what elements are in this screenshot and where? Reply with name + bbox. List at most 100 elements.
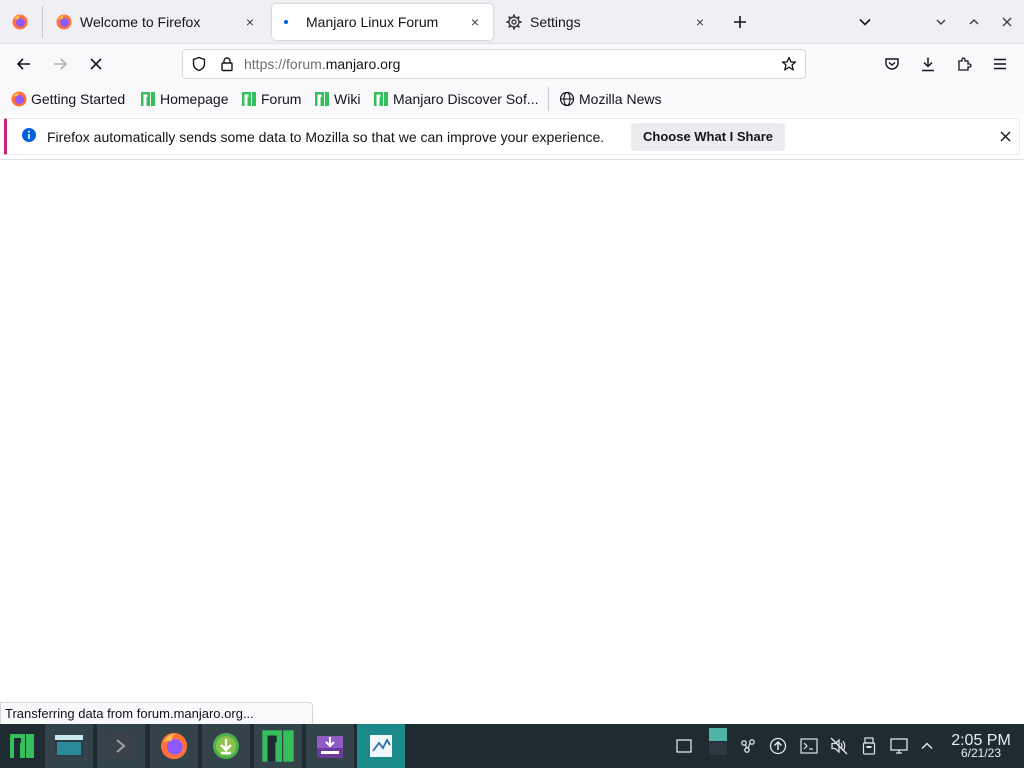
chevron-up-icon bbox=[969, 19, 979, 25]
url-text[interactable]: https://forum.manjaro.org bbox=[244, 56, 400, 72]
firefox-view-button[interactable] bbox=[8, 10, 32, 34]
tab-strip: Welcome to Firefox × Manjaro Linux Forum… bbox=[0, 0, 1024, 44]
app-menu-button[interactable] bbox=[988, 52, 1012, 76]
new-tab-button[interactable] bbox=[728, 10, 752, 34]
manjaro-icon bbox=[242, 92, 256, 106]
terminal-icon bbox=[108, 734, 134, 758]
pocket-button[interactable] bbox=[880, 52, 904, 76]
notification-message: Firefox automatically sends some data to… bbox=[47, 129, 605, 145]
close-tab-button[interactable]: × bbox=[692, 14, 708, 30]
shield-icon[interactable] bbox=[191, 56, 207, 72]
download-icon bbox=[922, 57, 934, 72]
bookmark-label: Wiki bbox=[334, 91, 361, 107]
close-icon bbox=[90, 58, 102, 70]
connect-icon bbox=[741, 739, 755, 753]
taskbar-document-viewer[interactable] bbox=[357, 724, 405, 768]
chevron-down-icon bbox=[859, 18, 871, 26]
tab-manjaro-forum[interactable]: Manjaro Linux Forum × bbox=[272, 4, 493, 40]
bookmark-homepage[interactable]: Homepage bbox=[140, 89, 229, 109]
tray-volume[interactable] bbox=[829, 736, 849, 756]
extensions-button[interactable] bbox=[952, 52, 976, 76]
manjaro-logo-icon bbox=[262, 730, 294, 762]
arrow-left-icon bbox=[16, 58, 30, 70]
downloads-button[interactable] bbox=[916, 52, 940, 76]
taskbar bbox=[0, 724, 1024, 768]
document-icon bbox=[370, 735, 392, 757]
tray-virtual-desktops[interactable] bbox=[708, 728, 728, 755]
tray-network[interactable] bbox=[889, 736, 909, 756]
close-tab-button[interactable]: × bbox=[467, 14, 483, 30]
puzzle-icon bbox=[958, 57, 972, 71]
status-panel: Transferring data from forum.manjaro.org… bbox=[0, 702, 313, 724]
firefox-icon bbox=[11, 91, 27, 107]
application-launcher-button[interactable] bbox=[0, 724, 44, 768]
tab-welcome[interactable]: Welcome to Firefox × bbox=[46, 0, 268, 44]
window-close-button[interactable] bbox=[995, 10, 1019, 34]
taskbar-installer[interactable] bbox=[306, 724, 354, 768]
stop-loading-button[interactable] bbox=[84, 52, 108, 76]
window-minimize-button[interactable] bbox=[929, 10, 953, 34]
star-icon[interactable] bbox=[781, 56, 797, 72]
data-reporting-notification: Firefox automatically sends some data to… bbox=[4, 118, 1020, 155]
manjaro-icon bbox=[141, 92, 155, 106]
download-circle-icon bbox=[213, 733, 239, 759]
taskbar-manjaro-hello[interactable] bbox=[254, 724, 302, 768]
url-bar[interactable]: https://forum.manjaro.org bbox=[182, 49, 806, 79]
close-icon bbox=[1000, 131, 1010, 141]
tab-separator bbox=[42, 6, 43, 38]
taskbar-firefox[interactable] bbox=[150, 724, 198, 768]
bookmark-wiki[interactable]: Wiki bbox=[314, 89, 360, 109]
bookmark-forum[interactable]: Forum bbox=[241, 89, 301, 109]
close-tab-button[interactable]: × bbox=[242, 14, 258, 30]
choose-what-i-share-button[interactable]: Choose What I Share bbox=[631, 123, 786, 151]
chevron-down-icon bbox=[936, 19, 946, 25]
list-all-tabs-button[interactable] bbox=[853, 10, 877, 34]
tab-label: Manjaro Linux Forum bbox=[306, 14, 439, 30]
tray-show-desktop[interactable] bbox=[674, 736, 694, 756]
navigation-toolbar: https://forum.manjaro.org bbox=[0, 44, 1024, 84]
taskbar-software-updater[interactable] bbox=[202, 724, 250, 768]
taskbar-file-manager[interactable] bbox=[45, 724, 93, 768]
url-scheme-host: https://forum. bbox=[244, 56, 326, 72]
arrow-right-icon bbox=[54, 58, 68, 70]
forward-button[interactable] bbox=[48, 52, 72, 76]
tab-label: Settings bbox=[530, 14, 581, 30]
lock-icon[interactable] bbox=[219, 56, 235, 72]
usb-drive-icon bbox=[862, 737, 876, 755]
page-content[interactable] bbox=[0, 160, 1024, 702]
back-button[interactable] bbox=[12, 52, 36, 76]
hamburger-menu-icon bbox=[994, 58, 1006, 70]
network-wired-icon bbox=[890, 738, 908, 754]
folder-icon bbox=[55, 735, 83, 757]
firefox-icon bbox=[160, 732, 188, 760]
firefox-icon bbox=[56, 14, 72, 30]
pager-icon bbox=[709, 728, 727, 755]
bookmark-getting-started[interactable]: Getting Started bbox=[11, 89, 125, 109]
tray-terminal[interactable] bbox=[799, 736, 819, 756]
clock-date[interactable]: 6/21/23 bbox=[944, 746, 1018, 760]
bookmark-label: Getting Started bbox=[31, 91, 126, 107]
taskbar-terminal[interactable] bbox=[97, 724, 145, 768]
close-notification-button[interactable] bbox=[997, 128, 1013, 144]
bookmark-mozilla-news[interactable]: Mozilla News bbox=[559, 89, 661, 109]
tray-expand-button[interactable] bbox=[917, 736, 937, 756]
gear-icon bbox=[506, 14, 522, 30]
manjaro-icon bbox=[315, 92, 329, 106]
plus-icon bbox=[734, 16, 746, 28]
window-maximize-button[interactable] bbox=[962, 10, 986, 34]
tray-kde-connect[interactable] bbox=[738, 736, 758, 756]
bookmark-manjaro-discover[interactable]: Manjaro Discover Sof... bbox=[373, 89, 539, 109]
bookmark-label: Forum bbox=[261, 91, 302, 107]
install-icon bbox=[317, 736, 343, 758]
window-icon bbox=[676, 739, 692, 753]
volume-muted-icon bbox=[830, 737, 848, 755]
tray-updates[interactable] bbox=[768, 736, 788, 756]
tab-settings[interactable]: Settings × bbox=[496, 0, 718, 44]
tray-usb-devices[interactable] bbox=[859, 736, 879, 756]
info-icon bbox=[22, 128, 36, 142]
terminal-small-icon bbox=[800, 738, 818, 754]
pocket-icon bbox=[885, 58, 899, 70]
globe-icon bbox=[559, 91, 575, 107]
close-icon bbox=[1002, 17, 1012, 27]
bookmarks-toolbar: Getting Started Homepage Forum Wiki Manj… bbox=[0, 84, 1024, 114]
